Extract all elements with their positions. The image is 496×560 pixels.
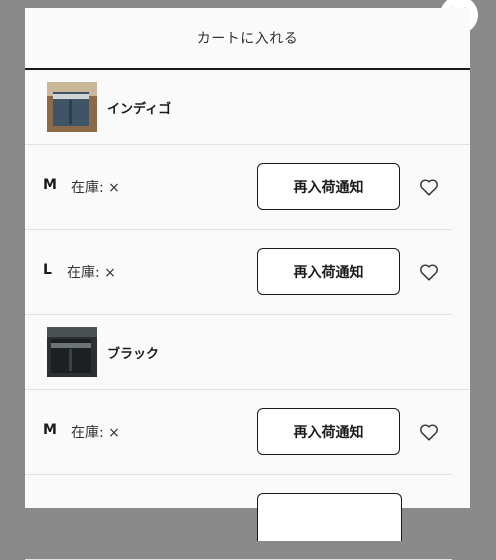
heart-outline-icon[interactable] xyxy=(418,261,440,283)
sheet-title: カートに入れる xyxy=(25,8,470,70)
stock-status: 在庫: × xyxy=(67,265,116,281)
color-group-header: ブラック xyxy=(25,315,470,390)
restock-notify-button[interactable]: 再入荷通知 xyxy=(257,163,400,210)
size-label: M xyxy=(43,422,57,438)
heart-outline-icon[interactable] xyxy=(418,176,440,198)
stock-status: 在庫: × xyxy=(71,180,120,196)
restock-notify-button[interactable]: 再入荷通知 xyxy=(257,248,400,295)
product-thumbnail-black xyxy=(47,327,97,377)
color-group-header: インディゴ xyxy=(25,70,470,145)
stock-status: 在庫: × xyxy=(71,425,120,441)
product-thumbnail-indigo xyxy=(47,82,97,132)
color-label: ブラック xyxy=(107,346,160,362)
add-to-cart-sheet: カートに入れる インディゴ M 在庫: × 再入荷通知 L 在庫: × 再入荷通… xyxy=(25,8,470,560)
size-label: M xyxy=(43,177,57,193)
size-label: L xyxy=(43,262,52,278)
restock-notify-button[interactable]: 再入荷通知 xyxy=(257,408,400,455)
size-row-partial xyxy=(25,475,452,560)
size-row: L 在庫: × 再入荷通知 xyxy=(25,230,452,315)
size-row: M 在庫: × 再入荷通知 xyxy=(25,390,452,475)
heart-outline-icon[interactable] xyxy=(418,421,440,443)
size-row: M 在庫: × 再入荷通知 xyxy=(25,145,452,230)
restock-notify-button[interactable] xyxy=(257,493,402,541)
color-label: インディゴ xyxy=(107,101,172,117)
